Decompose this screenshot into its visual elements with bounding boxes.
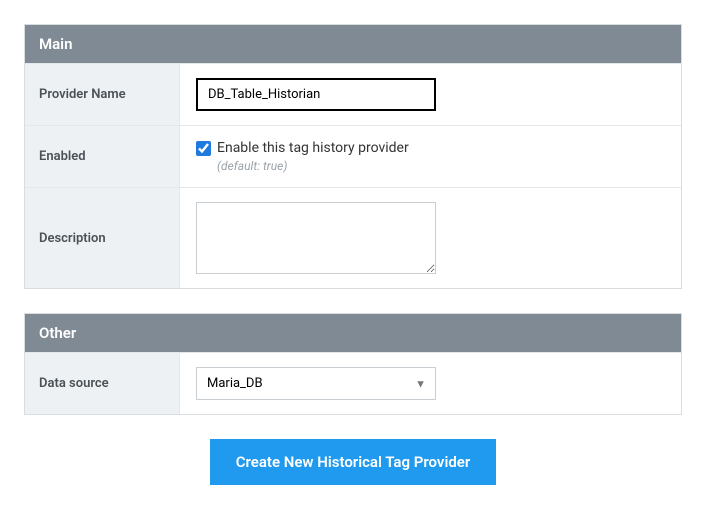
submit-container: Create New Historical Tag Provider bbox=[24, 439, 682, 485]
enabled-hint: (default: true) bbox=[217, 159, 665, 173]
data-source-label: Data source bbox=[25, 353, 180, 414]
enabled-label: Enabled bbox=[25, 126, 180, 187]
main-section: Main Provider Name Enabled Enable this t… bbox=[24, 24, 682, 289]
data-source-select[interactable]: Maria_DB bbox=[196, 367, 436, 400]
enabled-row: Enabled Enable this tag history provider… bbox=[25, 125, 681, 187]
provider-name-field bbox=[180, 64, 681, 125]
description-label: Description bbox=[25, 188, 180, 288]
description-textarea[interactable] bbox=[196, 202, 436, 274]
enabled-field: Enable this tag history provider (defaul… bbox=[180, 126, 681, 187]
data-source-field: Maria_DB ▼ bbox=[180, 353, 681, 414]
data-source-row: Data source Maria_DB ▼ bbox=[25, 352, 681, 414]
other-section: Other Data source Maria_DB ▼ bbox=[24, 313, 682, 415]
provider-name-input[interactable] bbox=[196, 78, 436, 111]
enabled-checkbox-label: Enable this tag history provider bbox=[217, 140, 409, 156]
data-source-select-wrap: Maria_DB ▼ bbox=[196, 367, 436, 400]
enabled-checkbox[interactable] bbox=[196, 141, 211, 156]
main-section-header: Main bbox=[25, 25, 681, 63]
provider-name-row: Provider Name bbox=[25, 63, 681, 125]
description-field bbox=[180, 188, 681, 288]
description-row: Description bbox=[25, 187, 681, 288]
create-provider-button[interactable]: Create New Historical Tag Provider bbox=[210, 439, 497, 485]
other-section-header: Other bbox=[25, 314, 681, 352]
provider-name-label: Provider Name bbox=[25, 64, 180, 125]
enabled-checkbox-row: Enable this tag history provider bbox=[196, 140, 665, 156]
